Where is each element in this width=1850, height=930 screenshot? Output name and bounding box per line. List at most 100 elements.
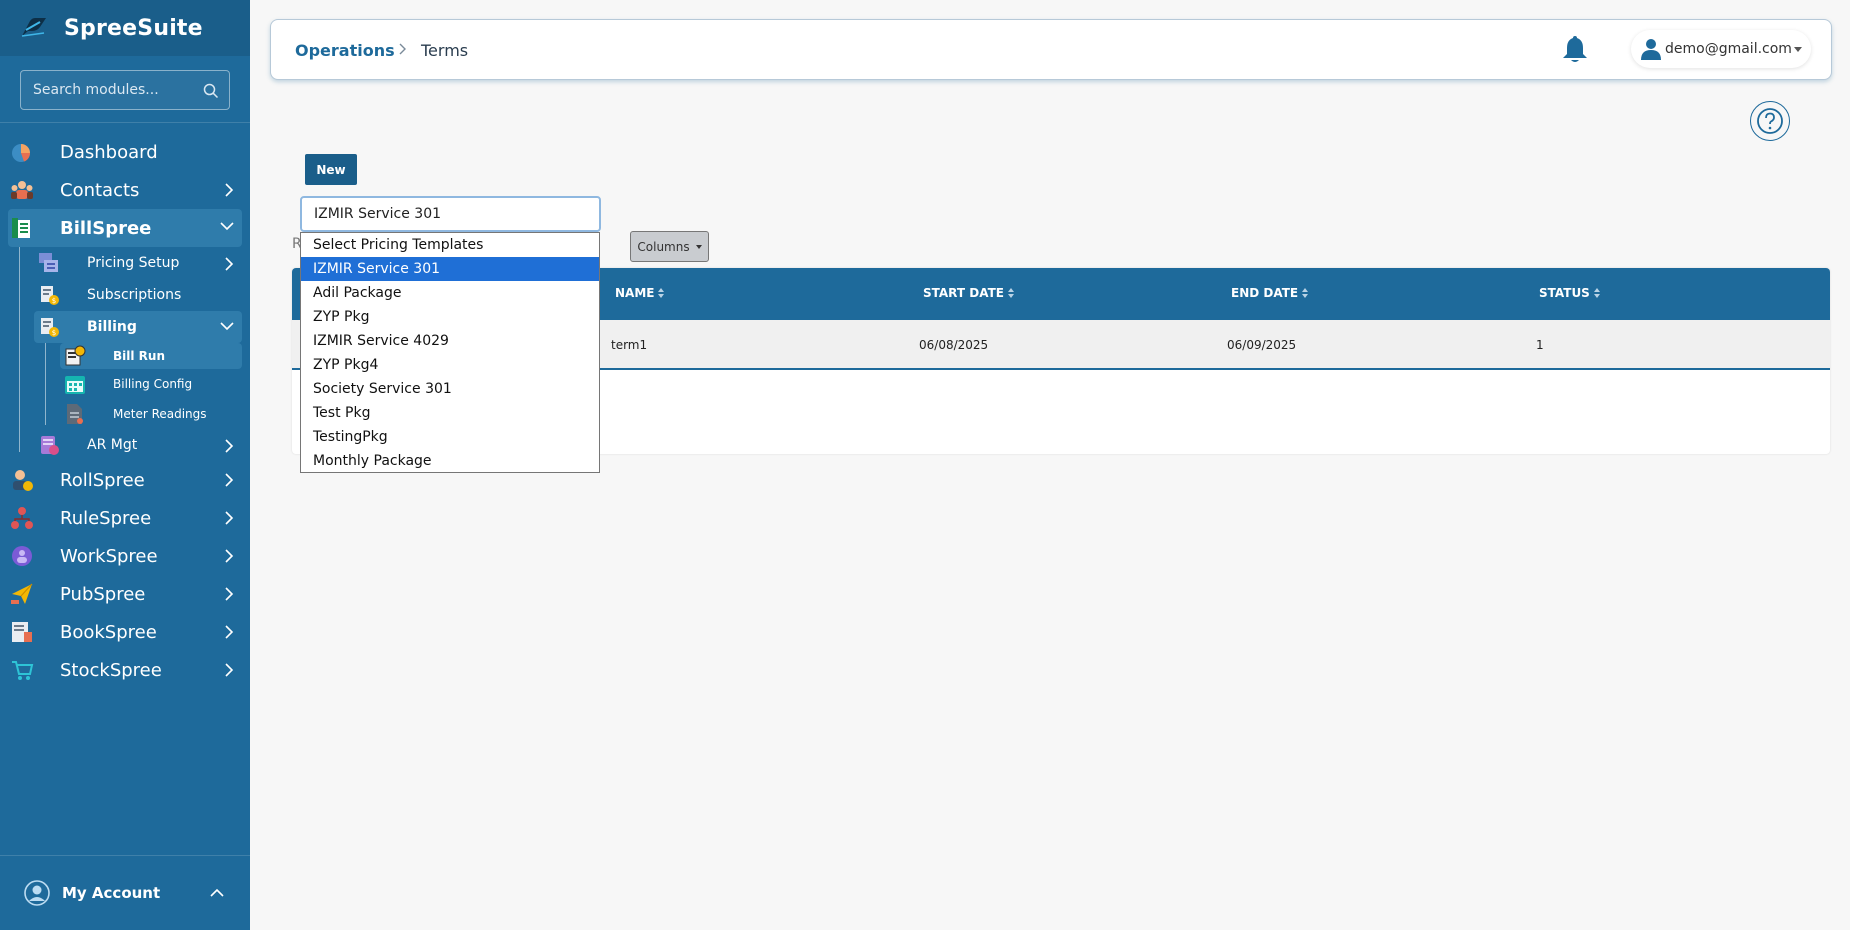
nav-item-billing[interactable]: $ Billing [34,311,242,343]
nav-label: PubSpree [60,583,146,605]
breadcrumb-operations[interactable]: Operations [295,41,395,60]
column-header-start-date[interactable]: START DATE [923,286,1014,300]
column-header-status[interactable]: STATUS [1539,286,1600,300]
nav-item-stockspree[interactable]: StockSpree [0,651,250,689]
billspree-sheet-icon [12,218,30,238]
column-header-label: NAME [615,286,655,300]
brand-bar: SpreeSuite [0,0,250,56]
dropdown-option[interactable]: IZMIR Service 4029 [301,329,599,353]
breadcrumb-terms: Terms [421,41,469,60]
nav-item-billspree[interactable]: BillSpree [8,209,242,247]
spreesuite-logo-icon [21,18,46,37]
nav-item-pubspree[interactable]: PubSpree [0,575,250,613]
nav-item-meter-readings[interactable]: Meter Readings [0,399,250,429]
nav-item-workspree[interactable]: WorkSpree [0,537,250,575]
dropdown-option[interactable]: ZYP Pkg4 [301,353,599,377]
nav-item-bill-run[interactable]: Bill Run [60,343,242,369]
nav-label: AR Mgt [87,437,138,453]
chevron-right-icon [225,439,234,453]
chevron-down-icon [220,222,234,231]
nav-label: WorkSpree [60,545,158,567]
nav-item-bookspree[interactable]: BookSpree [0,613,250,651]
module-search-input[interactable] [33,82,203,98]
contacts-group-icon [11,181,33,199]
dropdown-option-selected[interactable]: IZMIR Service 301 [301,257,599,281]
chevron-right-icon [225,511,234,525]
bookspree-ledger-icon [12,622,32,642]
chevron-down-icon [220,322,234,331]
brand-name: SpreeSuite [64,15,203,41]
user-email: demo@gmail.com [1665,41,1792,57]
chevron-right-icon [225,257,234,271]
nav-item-contacts[interactable]: Contacts [0,171,250,209]
dropdown-option[interactable]: Society Service 301 [301,377,599,401]
nav-label: BillSpree [60,217,152,239]
dropdown-option[interactable]: Adil Package [301,281,599,305]
nav-label: RollSpree [60,469,145,491]
chevron-right-icon [399,43,406,55]
pricing-template-select[interactable]: IZMIR Service 301 [300,196,601,232]
sort-icon [1302,288,1309,298]
nav-item-dashboard[interactable]: Dashboard [0,133,250,171]
bill-run-icon [65,345,86,366]
nav-item-rulespree[interactable]: RuleSpree [0,499,250,537]
nav-label: Billing [87,319,137,335]
my-account[interactable]: My Account [0,855,250,930]
sidebar: SpreeSuite Dashboard [0,0,250,930]
stockspree-cart-icon [12,661,34,680]
calendar-icon [65,376,85,394]
nav-item-subscriptions[interactable]: $ Subscriptions [0,279,250,311]
dropdown-option[interactable]: Monthly Package [301,449,599,473]
ar-mgt-icon [41,436,59,455]
svg-text:$: $ [52,297,56,305]
pricing-setup-icon [39,253,58,272]
dropdown-option[interactable]: TestingPkg [301,425,599,449]
caret-down-icon [1794,47,1802,52]
question-circle-icon [1757,108,1783,134]
nav-item-rollspree[interactable]: RollSpree [0,461,250,499]
nav-item-ar-mgt[interactable]: AR Mgt [0,429,250,461]
dropdown-option[interactable]: ZYP Pkg [301,305,599,329]
sidebar-divider [0,122,250,123]
user-menu[interactable]: demo@gmail.com [1631,30,1811,68]
new-button[interactable]: New [305,154,357,185]
chevron-right-icon [225,625,234,639]
chevron-right-icon [225,587,234,601]
caret-down-icon [695,244,702,249]
columns-button[interactable]: Columns [630,231,709,262]
column-header-label: STATUS [1539,286,1590,300]
nav-item-pricing-setup[interactable]: Pricing Setup [0,247,250,279]
dropdown-option[interactable]: Test Pkg [301,401,599,425]
nav-label: StockSpree [60,659,162,681]
pubspree-paper-plane-icon [11,583,33,604]
nav-label: Bill Run [113,349,165,363]
dropdown-option[interactable]: Select Pricing Templates [301,233,599,257]
user-circle-icon [24,880,50,906]
column-header-label: END DATE [1231,286,1299,300]
nav-item-billing-config[interactable]: Billing Config [0,369,250,399]
nav-label: Subscriptions [87,287,182,303]
bell-icon[interactable] [1561,34,1589,64]
column-header-end-date[interactable]: END DATE [1231,286,1309,300]
chevron-up-icon [210,888,224,897]
main-nav: Dashboard Contacts BillSpree Pricing Set… [0,133,250,689]
pricing-template-options: Select Pricing Templates IZMIR Service 3… [300,232,600,473]
nav-label: Dashboard [60,141,158,163]
chevron-right-icon [225,473,234,487]
rulespree-hierarchy-icon [11,507,33,529]
nav-label: Billing Config [113,377,193,391]
cell-end-date: 06/09/2025 [1227,338,1297,352]
billing-icon: $ [41,318,59,337]
search-icon[interactable] [203,83,219,99]
top-header: Operations Terms demo@gmail.com [270,19,1832,80]
user-icon [1641,39,1661,60]
columns-button-label: Columns [637,239,690,254]
svg-text:$: $ [52,329,56,337]
column-header-name[interactable]: NAME [615,286,665,300]
nav-label: Pricing Setup [87,255,180,271]
sort-icon [658,288,665,298]
nav-label: BookSpree [60,621,157,643]
module-search[interactable] [20,70,230,110]
help-button[interactable] [1750,101,1790,141]
sort-icon [1007,288,1014,298]
